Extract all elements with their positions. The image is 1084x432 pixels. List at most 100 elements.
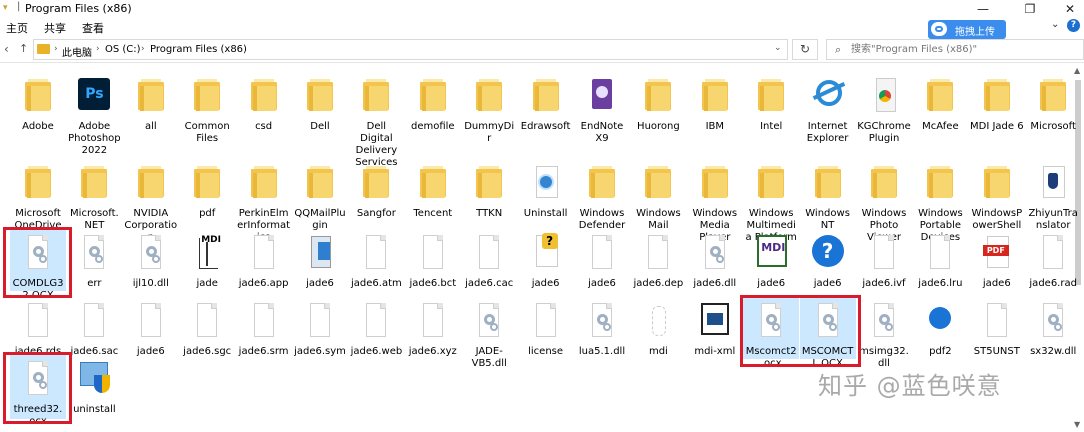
file-item[interactable]: jade6.cac — [461, 227, 517, 290]
file-item-label: IBM — [705, 121, 725, 132]
file-item[interactable]: demofile — [405, 70, 461, 133]
file-item[interactable]: Huorong — [630, 70, 686, 133]
file-item[interactable]: WindowsPowerShell — [969, 157, 1025, 232]
file-item[interactable]: Uninstall — [518, 157, 574, 220]
dll-file-icon — [695, 233, 735, 273]
file-item[interactable]: ZhiyunTranslator — [1025, 157, 1081, 232]
file-item[interactable]: Windows Mail — [630, 157, 686, 232]
file-item[interactable]: EndNote X9 — [574, 70, 630, 145]
file-item[interactable]: pdf — [179, 157, 235, 220]
file-item-label: jade6 — [306, 278, 334, 289]
file-item[interactable]: err — [66, 227, 122, 290]
chevron-down-icon[interactable]: ⌄ — [774, 43, 782, 53]
refresh-button[interactable]: ↻ — [792, 39, 818, 60]
file-item[interactable]: Windows Defender — [574, 157, 630, 232]
file-item[interactable]: Windows NT — [800, 157, 856, 232]
file-item[interactable]: MDI jade6 — [743, 227, 799, 290]
file-item[interactable]: mdi-xml — [687, 295, 743, 358]
file-item[interactable]: Dell Digital Delivery Services — [348, 70, 404, 169]
file-item[interactable]: jade6.web — [348, 295, 404, 358]
file-item[interactable]: jade6 — [292, 227, 348, 290]
file-item[interactable]: Edrawsoft — [518, 70, 574, 133]
file-item-label: jade6 — [813, 278, 842, 289]
file-item[interactable]: pdf2 — [912, 295, 968, 358]
file-item[interactable]: KGChromePlugin — [856, 70, 912, 145]
file-item[interactable]: QQMailPlugin — [292, 157, 348, 232]
chevron-right-icon[interactable]: › — [54, 44, 58, 54]
file-item[interactable]: Internet Explorer — [800, 70, 856, 145]
file-item-label: Tencent — [413, 208, 453, 219]
file-item[interactable]: Dell — [292, 70, 348, 133]
file-item[interactable]: jade6.dll — [687, 227, 743, 290]
file-item[interactable]: csd — [236, 70, 292, 133]
file-item[interactable]: jade6.dep — [630, 227, 686, 290]
file-item[interactable]: Ps Adobe Photoshop 2022 — [66, 70, 122, 157]
file-item[interactable]: PDF jade6 — [969, 227, 1025, 290]
file-item[interactable]: jade6.xyz — [405, 295, 461, 358]
file-item[interactable]: jade6.app — [236, 227, 292, 290]
file-item[interactable]: Microsoft OneDrive — [10, 157, 66, 232]
file-item[interactable]: IBM — [687, 70, 743, 133]
file-item[interactable]: Adobe — [10, 70, 66, 133]
file-item[interactable]: MDI jade — [179, 227, 235, 290]
file-item[interactable]: uninstall — [66, 353, 122, 416]
tab-share[interactable]: 共享 — [44, 20, 66, 36]
file-item[interactable]: license — [518, 295, 574, 358]
file-item[interactable]: sx32w.dll — [1025, 295, 1081, 358]
maximize-icon[interactable]: ❐ — [1015, 0, 1045, 18]
file-item[interactable]: Tencent — [405, 157, 461, 220]
file-item[interactable]: jade6 — [123, 295, 179, 358]
file-item[interactable]: jade6.srm — [236, 295, 292, 358]
file-item[interactable]: MDI Jade 6 — [969, 70, 1025, 133]
file-item[interactable]: Microsoft — [1025, 70, 1081, 133]
file-item[interactable]: TTKN — [461, 157, 517, 220]
save-icon[interactable]: ▾ — [3, 3, 13, 13]
search-box[interactable]: ⌕ — [826, 39, 1084, 60]
chevron-down-icon[interactable]: ⌄ — [1051, 19, 1059, 30]
file-item[interactable]: jade6.ivf — [856, 227, 912, 290]
up-icon[interactable]: ↑ — [19, 42, 28, 55]
file-item[interactable]: jade6.sac — [66, 295, 122, 358]
file-item[interactable]: jade6.atm — [348, 227, 404, 290]
chevron-right-icon[interactable]: › — [96, 44, 100, 54]
file-item[interactable]: JADE-VB5.dll — [461, 295, 517, 370]
tab-view[interactable]: 查看 — [82, 20, 104, 36]
file-item[interactable]: msimg32.dll — [856, 295, 912, 370]
file-item-label: ST5UNST — [973, 346, 1020, 357]
file-item[interactable]: ? jade6 — [800, 227, 856, 290]
file-item[interactable]: lua5.1.dll — [574, 295, 630, 358]
scroll-down-icon[interactable]: ▼ — [1074, 420, 1080, 429]
file-item[interactable]: ST5UNST — [969, 295, 1025, 358]
file-item[interactable]: mdi — [630, 295, 686, 358]
file-item[interactable]: all — [123, 70, 179, 133]
file-item[interactable]: Intel — [743, 70, 799, 133]
minimize-icon[interactable]: — — [968, 0, 998, 18]
file-item[interactable]: jade6.sym — [292, 295, 348, 358]
breadcrumb-this-pc[interactable]: 此电脑 — [62, 44, 92, 59]
file-item[interactable]: jade6.rad — [1025, 227, 1081, 290]
file-item[interactable]: jade6 — [574, 227, 630, 290]
breadcrumb-drive[interactable]: OS (C:) — [105, 44, 141, 55]
file-item[interactable]: Microsoft.NET — [66, 157, 122, 232]
file-item-label: err — [87, 278, 102, 289]
address-bar[interactable]: › 此电脑 › OS (C:) › Program Files (x86) ⌄ — [33, 39, 788, 60]
folder-icon — [244, 163, 284, 203]
file-item[interactable]: Common Files — [179, 70, 235, 145]
tab-home[interactable]: 主页 — [6, 20, 28, 36]
close-icon[interactable]: ✕ — [1055, 0, 1084, 18]
search-input[interactable] — [851, 42, 1076, 57]
file-item[interactable]: DummyDir — [461, 70, 517, 145]
baidu-upload-button[interactable]: 拖拽上传 — [928, 20, 1006, 39]
breadcrumb-folder[interactable]: Program Files (x86) — [150, 44, 247, 55]
file-item[interactable]: McAfee — [912, 70, 968, 133]
file-item[interactable]: ? jade6 — [518, 227, 574, 290]
back-icon[interactable]: ‹ — [4, 42, 9, 56]
file-item[interactable]: ijl10.dll — [123, 227, 179, 290]
chevron-right-icon[interactable]: › — [141, 44, 145, 54]
file-item[interactable]: jade6.rds — [10, 295, 66, 358]
file-item[interactable]: Sangfor — [348, 157, 404, 220]
file-item[interactable]: jade6.bct — [405, 227, 461, 290]
file-item[interactable]: jade6.lru — [912, 227, 968, 290]
file-item[interactable]: jade6.sgc — [179, 295, 235, 358]
help-icon[interactable]: ? — [1067, 19, 1080, 32]
